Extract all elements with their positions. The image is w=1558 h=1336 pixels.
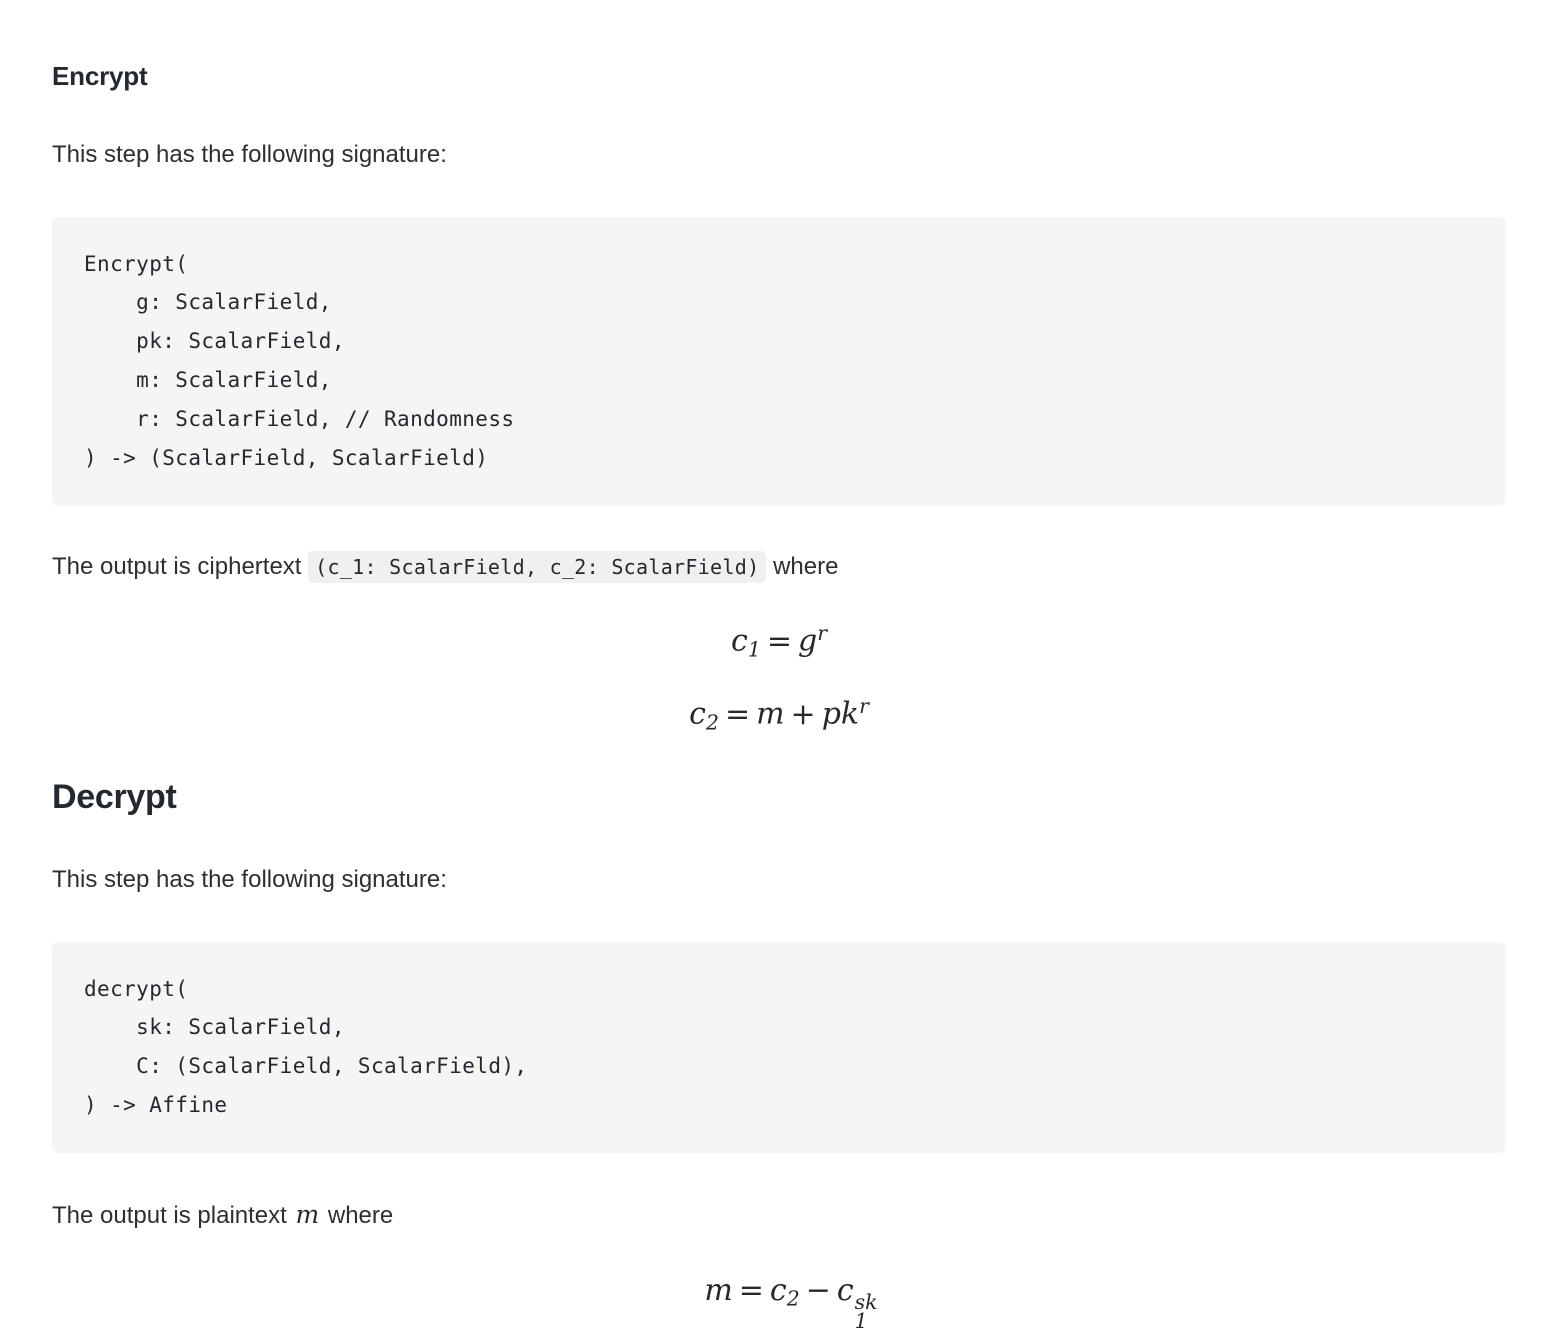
equation-c2-rhs-sup: r <box>859 694 869 719</box>
decrypt-code-content: decrypt( sk: ScalarField, C: (ScalarFiel… <box>84 976 528 1118</box>
equation-c1: c1 = gr <box>52 618 1506 665</box>
encrypt-section-heading: Encrypt <box>52 61 148 91</box>
equation-c1-rhs-sup: r <box>817 621 827 646</box>
equation-c1-lhs-sub: 1 <box>747 637 761 662</box>
encrypt-output-paragraph: The output is ciphertext (c_1: ScalarFie… <box>52 550 1506 585</box>
encrypt-intro-text: This step has the following signature: <box>52 140 447 168</box>
decrypt-code-block: decrypt( sk: ScalarField, C: (ScalarFiel… <box>52 941 1506 1153</box>
equation-c2-rhs-base: pk <box>821 696 860 732</box>
spacer-after-encrypt-code <box>52 506 1506 550</box>
equation-m-rhs-sub1: 2 <box>786 1286 800 1311</box>
encrypt-output-suffix: where <box>773 552 839 580</box>
ciphertext-signature-inline-code: (c_1: ScalarField, c_2: ScalarField) <box>308 550 767 583</box>
equation-c2-rhs-operator: + <box>790 696 816 732</box>
spacer-after-decrypt-heading <box>52 819 1506 863</box>
equation-c2-lhs-base: c <box>689 696 706 732</box>
spacer-between-equations <box>52 665 1506 691</box>
spacer-after-encrypt-heading <box>52 94 1506 138</box>
spacer-top <box>52 0 1506 42</box>
decrypt-intro-text: This step has the following signature: <box>52 865 447 893</box>
equation-c2: c2 = m + pkr <box>52 691 1506 738</box>
equation-m-lhs: m <box>704 1272 733 1308</box>
equation-m-rhs-operator: − <box>805 1272 831 1308</box>
equation-c1-rhs-base: g <box>797 624 818 660</box>
decrypt-output-paragraph: The output is plaintext m where <box>52 1197 1506 1234</box>
equation-c1-operator: = <box>766 624 792 660</box>
document-page: Encrypt This step has the following sign… <box>0 0 1558 1333</box>
spacer-after-decrypt-code <box>52 1153 1506 1197</box>
decrypt-output-suffix: where <box>327 1201 394 1229</box>
spacer-before-decrypt <box>52 738 1506 776</box>
encrypt-code-block: Encrypt( g: ScalarField, pk: ScalarField… <box>52 216 1506 506</box>
equation-c2-rhs-term1: m <box>756 696 785 732</box>
spacer-before-decrypt-code <box>52 898 1506 942</box>
spacer-before-equation-1 <box>52 584 1506 618</box>
equation-m-rhs-base2: c <box>836 1272 854 1308</box>
encrypt-output-prefix: The output is ciphertext <box>52 552 302 580</box>
encrypt-code-content: Encrypt( g: ScalarField, pk: ScalarField… <box>84 251 515 470</box>
equation-m-operator: = <box>738 1272 764 1308</box>
equation-c2-lhs-sub: 2 <box>705 710 719 735</box>
equation-m-rhs-sub2: 1 <box>854 1308 868 1333</box>
decrypt-output-prefix: The output is plaintext <box>52 1201 287 1229</box>
equation-m-rhs-base1: c <box>769 1272 787 1308</box>
equation-c1-lhs-base: c <box>731 624 748 660</box>
spacer-before-equation-m <box>52 1234 1506 1268</box>
equation-c2-operator: = <box>724 696 751 732</box>
equation-m: m = c2− c sk 1 <box>52 1268 1506 1333</box>
spacer-before-encrypt-code <box>52 173 1506 217</box>
decrypt-section-heading: Decrypt <box>52 778 177 817</box>
plaintext-variable-inline-math: m <box>295 1199 320 1229</box>
